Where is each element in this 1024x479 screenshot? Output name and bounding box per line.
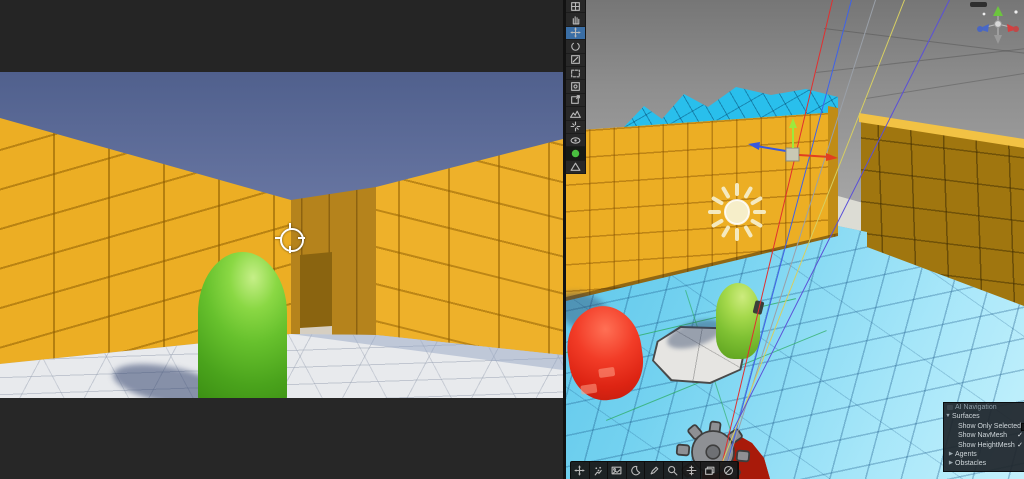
checkmark-icon[interactable]: ✓ <box>1017 431 1023 440</box>
pan-view-button[interactable] <box>571 462 590 479</box>
hand-icon <box>572 16 580 25</box>
obstacles-foldout[interactable]: ▶ Obstacles <box>944 459 1024 468</box>
surfaces-label: Surfaces <box>952 413 980 421</box>
editor-window: AI Navigation ▼ Surfaces Show Only Selec… <box>0 0 1024 479</box>
disable-button[interactable] <box>720 462 739 479</box>
custom-tool-button[interactable] <box>566 94 585 108</box>
terrain-tool-button[interactable] <box>566 107 585 121</box>
move-icon <box>570 28 581 38</box>
green-capsule-player <box>198 252 287 398</box>
green-capsule-agent[interactable] <box>716 283 760 359</box>
foldout-closed-icon[interactable]: ▶ <box>947 459 955 468</box>
brush-button[interactable] <box>645 462 664 479</box>
show-heightmesh-row[interactable]: Show HeightMesh ✓ <box>944 441 1024 450</box>
effects-tool-button[interactable] <box>566 121 585 134</box>
grid-icon <box>571 1 580 11</box>
navmesh-tool-button[interactable] <box>566 147 585 161</box>
rect-tool-button[interactable] <box>566 67 585 81</box>
scale-tool-button[interactable] <box>566 54 585 67</box>
tool-settings-button[interactable] <box>566 0 585 14</box>
slash-icon <box>724 465 734 476</box>
corner-icon <box>571 95 580 105</box>
spray-icon <box>594 466 602 476</box>
ai-navigation-panel: AI Navigation ▼ Surfaces Show Only Selec… <box>943 402 1024 472</box>
foldout-open-icon[interactable]: ▼ <box>944 412 952 421</box>
image-icon <box>612 466 622 475</box>
show-navmesh-row[interactable]: Show NavMesh ✓ <box>944 431 1024 440</box>
sky-grid-line <box>866 72 1024 99</box>
checkmark-icon[interactable]: ✓ <box>1017 441 1023 450</box>
heightmesh-tool-button[interactable] <box>566 161 585 175</box>
paint-button[interactable] <box>590 462 609 479</box>
show-navmesh-label: Show NavMesh <box>958 432 1008 440</box>
move-transform-gizmo[interactable] <box>746 118 838 170</box>
game-view-letterbox-bottom <box>0 398 563 479</box>
scene-view-panel[interactable]: AI Navigation ▼ Surfaces Show Only Selec… <box>566 0 1024 479</box>
show-heightmesh-label: Show HeightMesh <box>958 441 1015 449</box>
lighting-toggle-button[interactable] <box>627 462 646 479</box>
transform-icon <box>571 82 580 91</box>
sky-grid-line <box>816 48 1024 73</box>
surfaces-foldout[interactable]: ▼ Surfaces <box>944 412 1024 421</box>
ai-navigation-title: AI Navigation <box>955 404 997 411</box>
show-only-selected-label: Show Only Selected <box>958 422 1022 430</box>
terrain-icon <box>570 110 581 118</box>
game-view-panel <box>0 0 563 479</box>
texture-button[interactable] <box>608 462 627 479</box>
mountain-icon <box>570 163 581 172</box>
scene-view-bottom-toolbar <box>570 461 740 479</box>
game-view-letterbox-top <box>0 0 563 72</box>
directional-light-sun-icon[interactable] <box>707 182 767 242</box>
rect-icon <box>571 69 580 77</box>
tools-overlay-toolbar <box>566 0 586 175</box>
obstacles-label: Obstacles <box>955 460 987 468</box>
rotate-tool-button[interactable] <box>566 40 585 54</box>
agents-foldout[interactable]: ▶ Agents <box>944 450 1024 459</box>
zoom-button[interactable] <box>664 462 683 479</box>
green-dot-icon <box>571 149 580 158</box>
magnifier-icon <box>668 465 678 476</box>
agents-label: Agents <box>955 451 977 459</box>
target-reticle-icon <box>275 223 305 253</box>
layers-button[interactable] <box>701 462 720 479</box>
spark-icon <box>570 121 581 132</box>
brush-icon <box>650 466 659 475</box>
layers-icon <box>705 466 715 475</box>
ai-navigation-header[interactable]: AI Navigation <box>944 403 1024 412</box>
gizmos-toggle-button[interactable] <box>683 462 702 479</box>
scene-orientation-gizmo[interactable] <box>972 2 1024 48</box>
cross-icon <box>686 465 697 476</box>
moon-icon <box>631 465 641 476</box>
visibility-tool-button[interactable] <box>566 134 585 148</box>
view-hand-tool-button[interactable] <box>566 13 585 27</box>
transform-tool-button[interactable] <box>566 80 585 94</box>
drag-handle-icon[interactable] <box>947 405 953 411</box>
move-tool-button[interactable] <box>566 26 585 41</box>
eye-icon <box>570 136 581 144</box>
game-viewport[interactable] <box>0 72 563 398</box>
foldout-closed-icon[interactable]: ▶ <box>947 450 955 459</box>
show-only-selected-row[interactable]: Show Only Selected <box>944 422 1024 431</box>
rotate-icon <box>571 42 580 51</box>
scale-icon <box>571 55 580 65</box>
move-icon <box>574 465 585 476</box>
